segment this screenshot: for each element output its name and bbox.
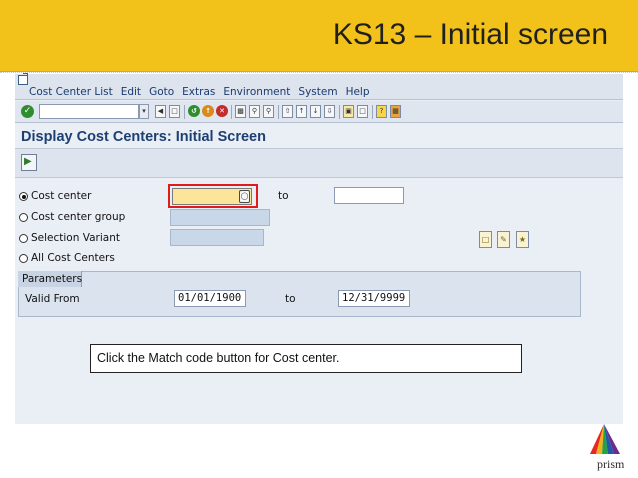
parameters-group xyxy=(18,271,581,317)
screen-title: Display Cost Centers: Initial Screen xyxy=(21,129,266,145)
cost-center-group-label: Cost center group xyxy=(31,211,126,223)
standard-toolbar: ✓ ▾ ◀ □ ↺ ↑ ✕ ▩ ⚲ ⚲ ⇧ ↑ ↓ ⇩ ▣ □ ? ▦ xyxy=(15,101,623,123)
help-icon[interactable]: ? xyxy=(376,105,387,118)
toolbar-separator xyxy=(372,105,373,119)
cost-center-group-radio[interactable] xyxy=(19,213,28,222)
cancel-icon[interactable]: ✕ xyxy=(216,105,228,117)
logo-text: prism xyxy=(597,457,625,471)
match-code-icon[interactable]: ◯ xyxy=(239,190,250,203)
previous-page-icon[interactable]: ↑ xyxy=(296,105,307,118)
display-variant-icon[interactable]: ★ xyxy=(516,231,529,248)
valid-to-input[interactable]: 12/31/9999 xyxy=(338,290,410,307)
all-cost-centers-label: All Cost Centers xyxy=(31,252,115,264)
find-next-icon[interactable]: ⚲ xyxy=(263,105,274,118)
system-menu-icon[interactable] xyxy=(18,73,28,85)
cost-center-label: Cost center xyxy=(31,190,92,202)
create-variant-icon[interactable]: □ xyxy=(479,231,492,248)
menu-environment[interactable]: Environment xyxy=(223,86,290,98)
valid-from-label: Valid From xyxy=(25,293,80,305)
selection-variant-radio[interactable] xyxy=(19,234,28,243)
execute-icon[interactable] xyxy=(21,154,37,171)
menu-edit[interactable]: Edit xyxy=(121,86,141,98)
menu-items: Cost Center List Edit Goto Extras Enviro… xyxy=(29,86,370,98)
toolbar-separator xyxy=(339,105,340,119)
enter-check-icon[interactable]: ✓ xyxy=(21,105,34,118)
instruction-callout: Click the Match code button for Cost cen… xyxy=(90,344,522,373)
valid-from-input[interactable]: 01/01/1900 xyxy=(174,290,246,307)
change-variant-icon[interactable]: ✎ xyxy=(497,231,510,248)
valid-to-label: to xyxy=(285,293,296,305)
toolbar-separator xyxy=(184,105,185,119)
cost-center-radio[interactable] xyxy=(19,192,28,201)
last-page-icon[interactable]: ⇩ xyxy=(324,105,335,118)
title-divider xyxy=(0,72,638,73)
command-field[interactable] xyxy=(39,104,139,119)
next-page-icon[interactable]: ↓ xyxy=(310,105,321,118)
back-icon[interactable]: ↺ xyxy=(188,105,200,117)
print-icon[interactable]: ▩ xyxy=(235,105,246,118)
application-toolbar xyxy=(15,148,623,178)
selection-variant-input[interactable] xyxy=(170,229,264,246)
selection-variant-label: Selection Variant xyxy=(31,232,120,244)
find-icon[interactable]: ⚲ xyxy=(249,105,260,118)
menu-goto[interactable]: Goto xyxy=(149,86,174,98)
all-cost-centers-radio[interactable] xyxy=(19,254,28,263)
cost-center-group-input[interactable] xyxy=(170,209,270,226)
create-session-icon[interactable]: ▣ xyxy=(343,105,354,118)
menu-help[interactable]: Help xyxy=(346,86,370,98)
shortcut-icon[interactable]: □ xyxy=(357,105,368,118)
command-dropdown-icon[interactable]: ▾ xyxy=(139,104,149,119)
menu-system[interactable]: System xyxy=(298,86,337,98)
back-arrow-icon[interactable]: ◀ xyxy=(155,105,166,118)
slide: KS13 – Initial screen Cost Center List E… xyxy=(0,0,638,478)
exit-icon[interactable]: ↑ xyxy=(202,105,214,117)
menu-extras[interactable]: Extras xyxy=(182,86,215,98)
save-icon[interactable]: □ xyxy=(169,105,180,118)
first-page-icon[interactable]: ⇧ xyxy=(282,105,293,118)
menu-bar: Cost Center List Edit Goto Extras Enviro… xyxy=(15,73,623,100)
cost-center-to-label: to xyxy=(278,190,289,202)
toolbar-separator xyxy=(278,105,279,119)
toolbar-separator xyxy=(231,105,232,119)
menu-cost-center-list[interactable]: Cost Center List xyxy=(29,86,113,98)
cost-center-to-input[interactable] xyxy=(334,187,404,204)
parameters-label: Parameters xyxy=(18,271,82,287)
layout-menu-icon[interactable]: ▦ xyxy=(390,105,401,118)
slide-title: KS13 – Initial screen xyxy=(332,18,608,51)
